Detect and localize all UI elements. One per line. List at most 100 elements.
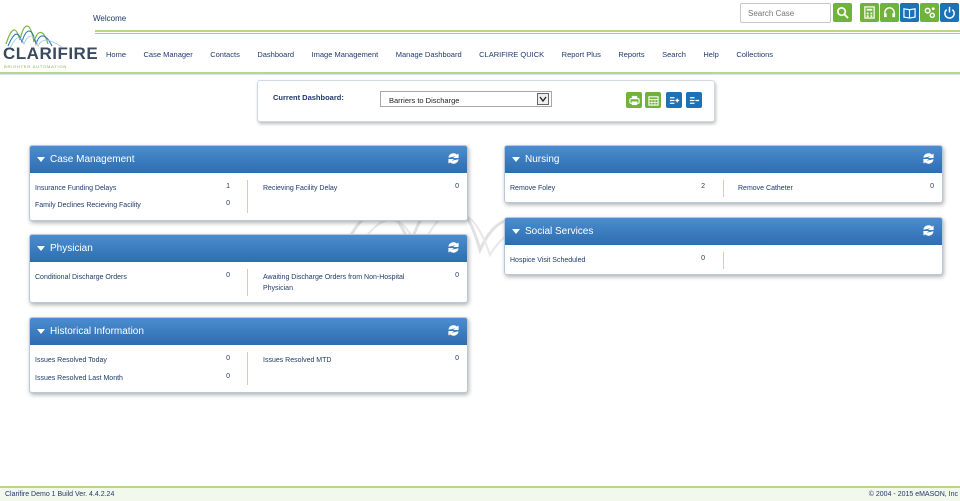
- nav-help[interactable]: Help: [703, 50, 718, 62]
- nav-contacts[interactable]: Contacts: [210, 50, 240, 62]
- header-divider: [95, 30, 960, 32]
- search-case-input[interactable]: [740, 3, 831, 23]
- item-label[interactable]: Issues Resolved Last Month: [35, 373, 123, 384]
- item-label[interactable]: Recieving Facility Delay: [263, 183, 337, 194]
- item-count[interactable]: 0: [216, 373, 230, 380]
- book-icon: [903, 8, 916, 19]
- panel-nursing: Nursing Remove Foley 2 Remove Catheter 0: [504, 145, 943, 203]
- collapse-triangle-icon[interactable]: [512, 157, 520, 162]
- refresh-icon[interactable]: [447, 241, 460, 254]
- refresh-icon[interactable]: [922, 152, 935, 165]
- refresh-icon[interactable]: [447, 324, 460, 337]
- column-divider: [723, 180, 724, 197]
- search-button[interactable]: [833, 3, 852, 22]
- logout-button[interactable]: [940, 3, 959, 22]
- calculator-icon: [864, 6, 875, 19]
- main-nav: Home Case Manager Contacts Dashboard Ima…: [106, 50, 791, 62]
- refresh-icon[interactable]: [447, 152, 460, 165]
- item-label[interactable]: Awaiting Discharge Orders from Non-Hospi…: [263, 272, 433, 294]
- item-label[interactable]: Issues Resolved MTD: [263, 355, 331, 366]
- welcome-text: Welcome: [93, 14, 127, 23]
- nav-home[interactable]: Home: [106, 50, 126, 62]
- item-label[interactable]: Hospice Visit Scheduled: [510, 255, 585, 266]
- copyright: © 2004 - 2015 eMASON, Inc: [868, 491, 958, 498]
- headset-icon: [883, 7, 896, 18]
- nav-clarifire-quick[interactable]: CLARIFIRE QUICK: [479, 50, 544, 62]
- collapse-triangle-icon[interactable]: [37, 246, 45, 251]
- chevron-down-icon[interactable]: [537, 93, 549, 105]
- app-root: CLARIFIRE BRIGHTER AUTOMATION Welcome Ho…: [0, 0, 960, 501]
- logo-text: CLARIFIRE: [3, 44, 99, 63]
- item-label[interactable]: Conditional Discharge Orders: [35, 272, 127, 283]
- item-count[interactable]: 0: [445, 355, 459, 362]
- refresh-icon[interactable]: [922, 224, 935, 237]
- panel-title: Physician: [50, 243, 93, 254]
- print-icon: [628, 95, 640, 105]
- item-count[interactable]: 0: [445, 183, 459, 190]
- calculator-button[interactable]: [860, 3, 879, 22]
- header-divider-blue: [95, 33, 960, 34]
- support-button[interactable]: [880, 3, 899, 22]
- nav-case-manager[interactable]: Case Manager: [144, 50, 193, 62]
- panel-header[interactable]: Case Management: [30, 146, 467, 173]
- column-divider: [723, 252, 724, 269]
- item-label[interactable]: Issues Resolved Today: [35, 355, 107, 366]
- item-label[interactable]: Remove Foley: [510, 183, 555, 194]
- help-book-button[interactable]: [900, 3, 919, 22]
- panel-header[interactable]: Physician: [30, 235, 467, 262]
- calendar-button[interactable]: [645, 92, 661, 108]
- panel-social-services: Social Services Hospice Visit Scheduled …: [504, 217, 943, 275]
- collapse-triangle-icon[interactable]: [37, 157, 45, 162]
- panel-title: Historical Information: [50, 326, 144, 337]
- panel-header[interactable]: Nursing: [505, 146, 942, 173]
- item-count[interactable]: 2: [691, 183, 705, 190]
- nav-report-plus[interactable]: Report Plus: [562, 50, 601, 62]
- panel-physician: Physician Conditional Discharge Orders 0…: [29, 234, 468, 303]
- dashboard-select-value: Barriers to Discharge: [389, 96, 460, 105]
- collapse-triangle-icon[interactable]: [512, 229, 520, 234]
- item-count[interactable]: 0: [216, 355, 230, 362]
- nav-reports[interactable]: Reports: [618, 50, 644, 62]
- build-version: Clarifire Demo 1 Build Ver. 4.4.2.24: [5, 491, 115, 498]
- header: CLARIFIRE BRIGHTER AUTOMATION Welcome Ho…: [0, 0, 960, 75]
- gears-icon: [924, 7, 936, 19]
- item-count[interactable]: 0: [445, 272, 459, 279]
- item-label[interactable]: Remove Catheter: [738, 183, 793, 194]
- item-count[interactable]: 0: [216, 272, 230, 279]
- calendar-icon: [647, 95, 659, 106]
- list-minus-icon: [689, 96, 699, 104]
- dashboard-select[interactable]: Barriers to Discharge: [380, 91, 552, 107]
- footer: Clarifire Demo 1 Build Ver. 4.4.2.24 © 2…: [0, 486, 960, 501]
- item-count[interactable]: 0: [216, 200, 230, 207]
- list-plus-icon: [669, 96, 679, 104]
- item-count[interactable]: 0: [691, 255, 705, 262]
- item-count[interactable]: 0: [920, 183, 934, 190]
- dashboard-selector: Current Dashboard: Barriers to Discharge: [257, 80, 715, 122]
- panel-case-management: Case Management Insurance Funding Delays…: [29, 145, 468, 221]
- collapse-triangle-icon[interactable]: [37, 329, 45, 334]
- panel-title: Case Management: [50, 154, 135, 165]
- collapse-all-button[interactable]: [686, 92, 702, 108]
- panel-historical-information: Historical Information Issues Resolved T…: [29, 317, 468, 393]
- settings-button[interactable]: [920, 3, 939, 22]
- header-bottom-border-blue: [0, 74, 960, 75]
- nav-dashboard[interactable]: Dashboard: [257, 50, 294, 62]
- panel-header[interactable]: Historical Information: [30, 318, 467, 345]
- nav-search[interactable]: Search: [662, 50, 686, 62]
- power-icon: [944, 6, 955, 19]
- item-label[interactable]: Family Declines Recieving Facility: [35, 200, 141, 211]
- item-count[interactable]: 1: [216, 183, 230, 190]
- column-divider: [247, 352, 248, 385]
- current-dashboard-label: Current Dashboard:: [273, 93, 344, 102]
- column-divider: [247, 269, 248, 296]
- panel-header[interactable]: Social Services: [505, 218, 942, 245]
- expand-all-button[interactable]: [666, 92, 682, 108]
- item-label[interactable]: Insurance Funding Delays: [35, 183, 116, 194]
- nav-image-management[interactable]: Image Management: [312, 50, 379, 62]
- search-icon: [837, 7, 849, 19]
- column-divider: [247, 180, 248, 213]
- print-button[interactable]: [626, 92, 642, 108]
- nav-collections[interactable]: Collections: [736, 50, 773, 62]
- nav-manage-dashboard[interactable]: Manage Dashboard: [396, 50, 462, 62]
- logo-tagline: BRIGHTER AUTOMATION: [4, 64, 68, 69]
